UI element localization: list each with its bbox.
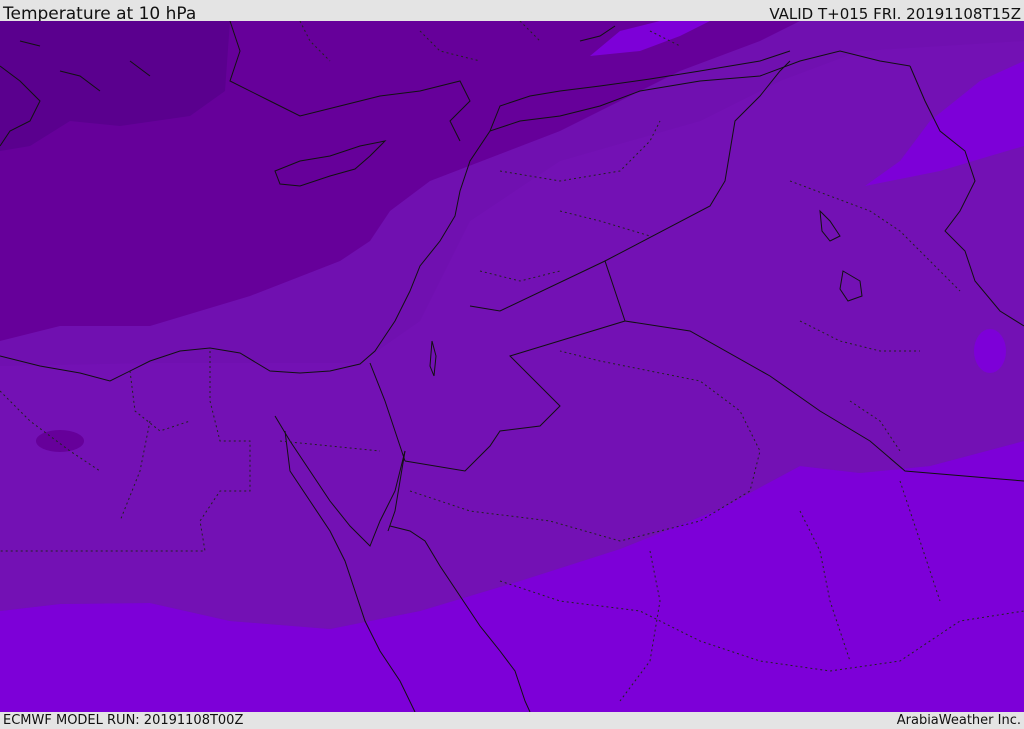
model-run: ECMWF MODEL RUN: 20191108T00Z	[3, 713, 244, 728]
cold-patch-libya	[36, 430, 84, 452]
header-bar: Temperature at 10 hPa VALID T+015 FRI. 2…	[0, 0, 1024, 24]
warm-patch-iraq	[974, 329, 1006, 373]
credit: ArabiaWeather Inc.	[896, 713, 1021, 728]
footer-bar: ECMWF MODEL RUN: 20191108T00Z ArabiaWeat…	[0, 712, 1024, 729]
temperature-map[interactable]	[0, 21, 1024, 712]
